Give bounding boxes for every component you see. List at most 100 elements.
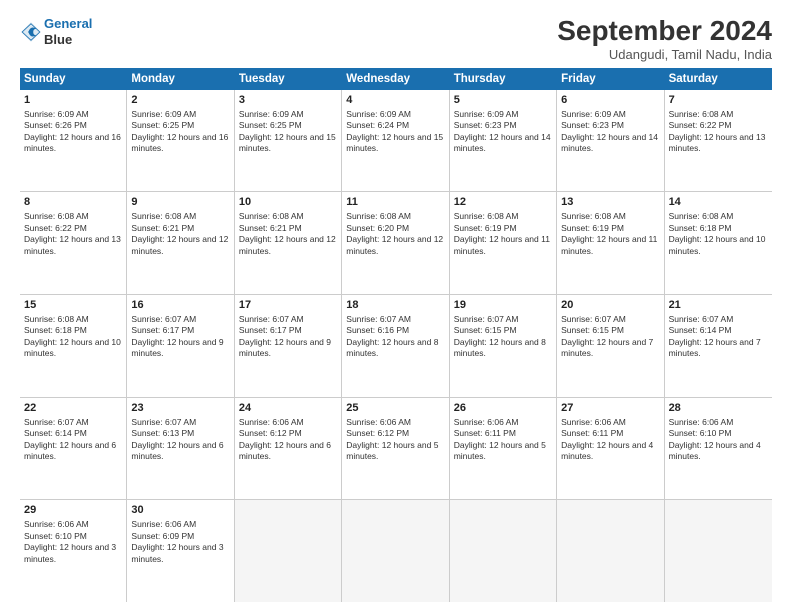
header-monday: Monday [127, 68, 234, 90]
day-number: 4 [346, 93, 444, 108]
daylight-text: Daylight: 12 hours and 9 minutes. [239, 337, 337, 360]
table-row [235, 500, 342, 602]
calendar-row-3: 15Sunrise: 6:08 AMSunset: 6:18 PMDayligh… [20, 295, 772, 398]
sunset-text: Sunset: 6:13 PM [131, 428, 229, 439]
daylight-text: Daylight: 12 hours and 12 minutes. [346, 234, 444, 257]
daylight-text: Daylight: 12 hours and 7 minutes. [561, 337, 659, 360]
sunrise-text: Sunrise: 6:09 AM [239, 109, 337, 120]
daylight-text: Daylight: 12 hours and 7 minutes. [669, 337, 768, 360]
day-number: 8 [24, 195, 122, 210]
sunrise-text: Sunrise: 6:07 AM [669, 314, 768, 325]
sunset-text: Sunset: 6:15 PM [561, 325, 659, 336]
sunset-text: Sunset: 6:15 PM [454, 325, 552, 336]
sunset-text: Sunset: 6:24 PM [346, 120, 444, 131]
sunset-text: Sunset: 6:11 PM [454, 428, 552, 439]
daylight-text: Daylight: 12 hours and 11 minutes. [561, 234, 659, 257]
logo-line1: General [44, 16, 92, 31]
day-number: 10 [239, 195, 337, 210]
sunset-text: Sunset: 6:10 PM [669, 428, 768, 439]
day-number: 17 [239, 298, 337, 313]
day-number: 24 [239, 401, 337, 416]
sunset-text: Sunset: 6:18 PM [669, 223, 768, 234]
sunset-text: Sunset: 6:20 PM [346, 223, 444, 234]
day-number: 3 [239, 93, 337, 108]
calendar: Sunday Monday Tuesday Wednesday Thursday… [20, 68, 772, 602]
table-row: 8Sunrise: 6:08 AMSunset: 6:22 PMDaylight… [20, 192, 127, 294]
sunset-text: Sunset: 6:21 PM [131, 223, 229, 234]
table-row: 1Sunrise: 6:09 AMSunset: 6:26 PMDaylight… [20, 90, 127, 192]
header-sunday: Sunday [20, 68, 127, 90]
sunrise-text: Sunrise: 6:09 AM [454, 109, 552, 120]
daylight-text: Daylight: 12 hours and 12 minutes. [239, 234, 337, 257]
header-saturday: Saturday [665, 68, 772, 90]
table-row: 4Sunrise: 6:09 AMSunset: 6:24 PMDaylight… [342, 90, 449, 192]
sunset-text: Sunset: 6:16 PM [346, 325, 444, 336]
day-number: 9 [131, 195, 229, 210]
month-year: September 2024 [557, 16, 772, 47]
table-row [450, 500, 557, 602]
day-number: 26 [454, 401, 552, 416]
sunset-text: Sunset: 6:26 PM [24, 120, 122, 131]
sunrise-text: Sunrise: 6:07 AM [24, 417, 122, 428]
table-row: 26Sunrise: 6:06 AMSunset: 6:11 PMDayligh… [450, 398, 557, 500]
sunset-text: Sunset: 6:23 PM [561, 120, 659, 131]
table-row: 5Sunrise: 6:09 AMSunset: 6:23 PMDaylight… [450, 90, 557, 192]
daylight-text: Daylight: 12 hours and 10 minutes. [24, 337, 122, 360]
daylight-text: Daylight: 12 hours and 11 minutes. [454, 234, 552, 257]
sunset-text: Sunset: 6:11 PM [561, 428, 659, 439]
sunrise-text: Sunrise: 6:07 AM [561, 314, 659, 325]
daylight-text: Daylight: 12 hours and 15 minutes. [346, 132, 444, 155]
daylight-text: Daylight: 12 hours and 13 minutes. [24, 234, 122, 257]
daylight-text: Daylight: 12 hours and 3 minutes. [131, 542, 229, 565]
calendar-header: Sunday Monday Tuesday Wednesday Thursday… [20, 68, 772, 90]
day-number: 12 [454, 195, 552, 210]
sunset-text: Sunset: 6:19 PM [561, 223, 659, 234]
sunrise-text: Sunrise: 6:08 AM [24, 211, 122, 222]
day-number: 6 [561, 93, 659, 108]
table-row: 28Sunrise: 6:06 AMSunset: 6:10 PMDayligh… [665, 398, 772, 500]
daylight-text: Daylight: 12 hours and 3 minutes. [24, 542, 122, 565]
day-number: 15 [24, 298, 122, 313]
calendar-body: 1Sunrise: 6:09 AMSunset: 6:26 PMDaylight… [20, 90, 772, 602]
daylight-text: Daylight: 12 hours and 16 minutes. [24, 132, 122, 155]
sunrise-text: Sunrise: 6:09 AM [131, 109, 229, 120]
table-row: 22Sunrise: 6:07 AMSunset: 6:14 PMDayligh… [20, 398, 127, 500]
table-row: 27Sunrise: 6:06 AMSunset: 6:11 PMDayligh… [557, 398, 664, 500]
day-number: 2 [131, 93, 229, 108]
day-number: 14 [669, 195, 768, 210]
daylight-text: Daylight: 12 hours and 8 minutes. [454, 337, 552, 360]
header-wednesday: Wednesday [342, 68, 449, 90]
sunrise-text: Sunrise: 6:06 AM [346, 417, 444, 428]
header-friday: Friday [557, 68, 664, 90]
sunset-text: Sunset: 6:25 PM [239, 120, 337, 131]
sunrise-text: Sunrise: 6:06 AM [24, 519, 122, 530]
header-thursday: Thursday [450, 68, 557, 90]
daylight-text: Daylight: 12 hours and 9 minutes. [131, 337, 229, 360]
daylight-text: Daylight: 12 hours and 4 minutes. [669, 440, 768, 463]
sunrise-text: Sunrise: 6:06 AM [669, 417, 768, 428]
daylight-text: Daylight: 12 hours and 14 minutes. [561, 132, 659, 155]
logo-icon [20, 21, 42, 43]
table-row: 10Sunrise: 6:08 AMSunset: 6:21 PMDayligh… [235, 192, 342, 294]
daylight-text: Daylight: 12 hours and 5 minutes. [346, 440, 444, 463]
calendar-row-4: 22Sunrise: 6:07 AMSunset: 6:14 PMDayligh… [20, 398, 772, 501]
table-row: 24Sunrise: 6:06 AMSunset: 6:12 PMDayligh… [235, 398, 342, 500]
logo: General Blue [20, 16, 92, 47]
sunrise-text: Sunrise: 6:07 AM [454, 314, 552, 325]
day-number: 22 [24, 401, 122, 416]
sunrise-text: Sunrise: 6:09 AM [24, 109, 122, 120]
day-number: 13 [561, 195, 659, 210]
table-row: 23Sunrise: 6:07 AMSunset: 6:13 PMDayligh… [127, 398, 234, 500]
day-number: 16 [131, 298, 229, 313]
logo-text: General Blue [44, 16, 92, 47]
table-row: 15Sunrise: 6:08 AMSunset: 6:18 PMDayligh… [20, 295, 127, 397]
sunrise-text: Sunrise: 6:07 AM [346, 314, 444, 325]
sunset-text: Sunset: 6:22 PM [669, 120, 768, 131]
day-number: 29 [24, 503, 122, 518]
sunrise-text: Sunrise: 6:06 AM [561, 417, 659, 428]
sunrise-text: Sunrise: 6:08 AM [346, 211, 444, 222]
sunrise-text: Sunrise: 6:07 AM [131, 314, 229, 325]
table-row: 20Sunrise: 6:07 AMSunset: 6:15 PMDayligh… [557, 295, 664, 397]
day-number: 5 [454, 93, 552, 108]
day-number: 25 [346, 401, 444, 416]
